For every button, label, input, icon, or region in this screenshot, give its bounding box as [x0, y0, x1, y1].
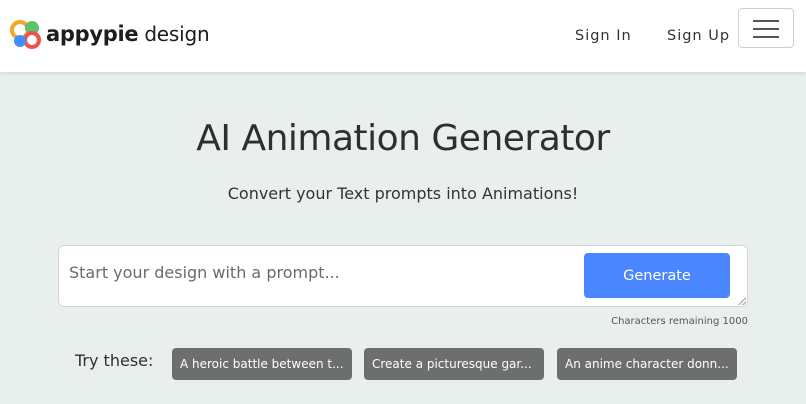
appypie-logo[interactable]: appypie design	[10, 18, 210, 50]
try-these-label: Try these:	[75, 351, 154, 370]
sign-in-link[interactable]: Sign In	[575, 28, 632, 44]
page-title: AI Animation Generator	[196, 118, 610, 159]
appypie-logo-icon	[10, 20, 41, 49]
hamburger-menu-button[interactable]	[738, 8, 794, 48]
top-navbar: appypie design Sign In Sign Up	[0, 0, 806, 72]
characters-remaining: Characters remaining 1000	[611, 316, 748, 327]
prompt-input[interactable]	[69, 254, 579, 290]
hamburger-menu-icon	[753, 36, 779, 38]
prompt-container: Generate	[58, 245, 748, 307]
generate-button[interactable]: Generate	[584, 253, 730, 298]
sign-up-link[interactable]: Sign Up	[667, 28, 730, 44]
hamburger-menu-icon	[753, 20, 779, 22]
logo-sub-text: design	[144, 22, 210, 46]
hamburger-menu-icon	[753, 28, 779, 30]
page-subtitle: Convert your Text prompts into Animation…	[227, 184, 579, 203]
resize-handle-icon[interactable]	[738, 297, 746, 305]
suggestion-chip[interactable]: An anime character donn...	[557, 348, 737, 380]
suggestion-chip[interactable]: Create a picturesque gar...	[364, 348, 544, 380]
suggestion-chip[interactable]: A heroic battle between t...	[172, 348, 352, 380]
logo-brand-text: appypie	[46, 22, 139, 46]
